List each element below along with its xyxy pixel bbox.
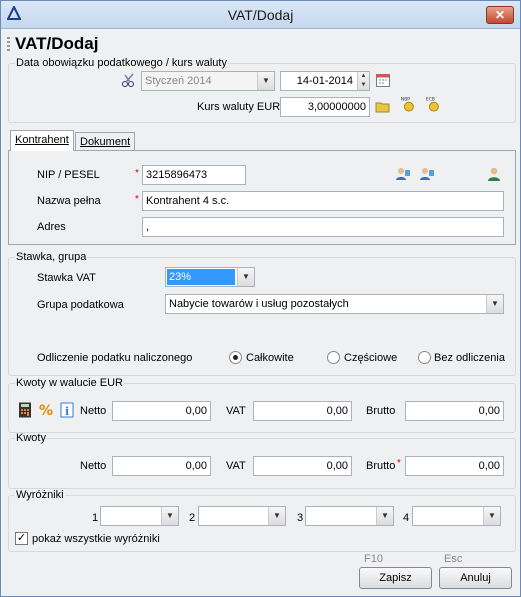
required-marker: *: [397, 458, 401, 469]
eur-brutto-field[interactable]: 0,00: [405, 401, 504, 421]
name-label: Nazwa pełna: [37, 195, 101, 207]
required-marker: *: [135, 168, 139, 179]
user-search-icon[interactable]: [395, 166, 411, 182]
month-select[interactable]: Styczeń 2014 ▼: [141, 71, 275, 91]
amounts-legend: Kwoty: [16, 432, 46, 444]
marker-3-label: 3: [297, 512, 304, 524]
chevron-down-icon[interactable]: ▼: [237, 268, 254, 286]
close-button[interactable]: ✕: [486, 6, 514, 24]
tax-date-legend: Data obowiązku podatkowego / kurs waluty: [16, 57, 227, 69]
amounts-eur-legend: Kwoty w walucie EUR: [16, 377, 123, 389]
eur-vat-label: VAT: [226, 405, 246, 417]
eur-vat-field[interactable]: 0,00: [253, 401, 352, 421]
tab-kontrahent[interactable]: Kontrahent: [10, 130, 74, 151]
deduction-none-radio[interactable]: [418, 351, 431, 364]
svg-text:NBP: NBP: [401, 96, 410, 102]
chevron-down-icon[interactable]: ▼: [257, 72, 274, 90]
tax-group-select[interactable]: Nabycie towarów i usług pozostałych ▼: [165, 294, 504, 314]
user-icon[interactable]: [486, 166, 502, 182]
deduction-partial-radio[interactable]: [327, 351, 340, 364]
title-bar: VAT/Dodaj ✕: [1, 1, 520, 29]
nbp-rate-icon[interactable]: NBP: [400, 96, 416, 112]
cancel-shortcut-hint: Esc: [444, 553, 463, 565]
marker-4-label: 4: [403, 512, 410, 524]
page-title: VAT/Dodaj: [15, 34, 99, 53]
vat-rate-label: Stawka VAT: [37, 272, 96, 284]
scissors-icon[interactable]: [121, 72, 137, 88]
marker-4-select[interactable]: ▼: [412, 506, 501, 526]
folder-icon[interactable]: [375, 99, 391, 115]
ecb-rate-icon[interactable]: ECB: [425, 96, 441, 112]
show-all-markers-label: pokaż wszystkie wyróżniki: [32, 533, 160, 545]
user-lookup-icon[interactable]: [419, 166, 435, 182]
marker-3-select[interactable]: ▼: [305, 506, 394, 526]
required-marker: *: [135, 194, 139, 205]
cancel-button[interactable]: Anuluj: [439, 567, 512, 589]
tab-dokument[interactable]: Dokument: [75, 132, 136, 150]
chevron-down-icon[interactable]: ▼: [161, 507, 178, 525]
window-title: VAT/Dodaj: [227, 7, 294, 23]
percent-icon[interactable]: %: [38, 402, 54, 418]
chevron-down-icon[interactable]: ▼: [486, 295, 503, 313]
netto-field[interactable]: 0,00: [112, 456, 211, 476]
vat-field[interactable]: 0,00: [253, 456, 352, 476]
brutto-field[interactable]: 0,00: [405, 456, 504, 476]
eur-netto-label: Netto: [80, 405, 107, 417]
brutto-label: Brutto: [366, 460, 396, 472]
header-grip: [7, 37, 10, 53]
date-spin-icon[interactable]: ▲ ▼: [357, 72, 369, 90]
rate-field[interactable]: 3,00000000: [280, 97, 370, 117]
svg-text:ECB: ECB: [426, 96, 435, 102]
show-all-markers-checkbox[interactable]: ✓: [15, 532, 28, 545]
marker-2-label: 2: [189, 512, 196, 524]
nip-field[interactable]: 3215896473: [142, 165, 246, 185]
markers-legend: Wyróżniki: [16, 489, 64, 501]
deduction-full-label: Całkowite: [246, 352, 294, 364]
calendar-icon[interactable]: [375, 72, 391, 88]
month-value: Styczeń 2014: [145, 75, 212, 87]
deduction-none-label: Bez odliczenia: [434, 352, 505, 364]
marker-2-select[interactable]: ▼: [198, 506, 286, 526]
date-field[interactable]: 14-01-2014 ▲ ▼: [280, 71, 370, 91]
tax-group-label: Grupa podatkowa: [37, 299, 124, 311]
address-field[interactable]: ,: [142, 217, 504, 237]
deduction-full-radio[interactable]: [229, 351, 242, 364]
deduction-partial-label: Częściowe: [344, 352, 398, 364]
chevron-down-icon[interactable]: ▼: [376, 507, 393, 525]
netto-label: Netto: [80, 460, 107, 472]
info-icon[interactable]: i: [59, 402, 75, 418]
save-button[interactable]: Zapisz: [359, 567, 432, 589]
vat-rate-select[interactable]: 23% ▼: [165, 267, 255, 287]
chevron-down-icon[interactable]: ▼: [483, 507, 500, 525]
rate-group-legend: Stawka, grupa: [16, 251, 87, 263]
eur-brutto-label: Brutto: [366, 405, 396, 417]
vat-label: VAT: [226, 460, 246, 472]
rate-label: Kurs waluty EUR: [197, 101, 281, 113]
name-field[interactable]: Kontrahent 4 s.c.: [142, 191, 504, 211]
chevron-down-icon[interactable]: ▼: [268, 507, 285, 525]
svg-text:i: i: [65, 405, 69, 418]
nip-label: NIP / PESEL: [37, 169, 100, 181]
marker-1-select[interactable]: ▼: [100, 506, 179, 526]
deduction-label: Odliczenie podatku naliczonego: [37, 352, 193, 364]
calculator-icon[interactable]: [17, 402, 33, 418]
marker-1-label: 1: [92, 512, 99, 524]
eur-netto-field[interactable]: 0,00: [112, 401, 211, 421]
save-shortcut-hint: F10: [364, 553, 383, 565]
svg-text:%: %: [39, 403, 53, 418]
vat-add-window: VAT/Dodaj ✕ VAT/Dodaj Data obowiązku pod…: [0, 0, 521, 597]
address-label: Adres: [37, 221, 66, 233]
